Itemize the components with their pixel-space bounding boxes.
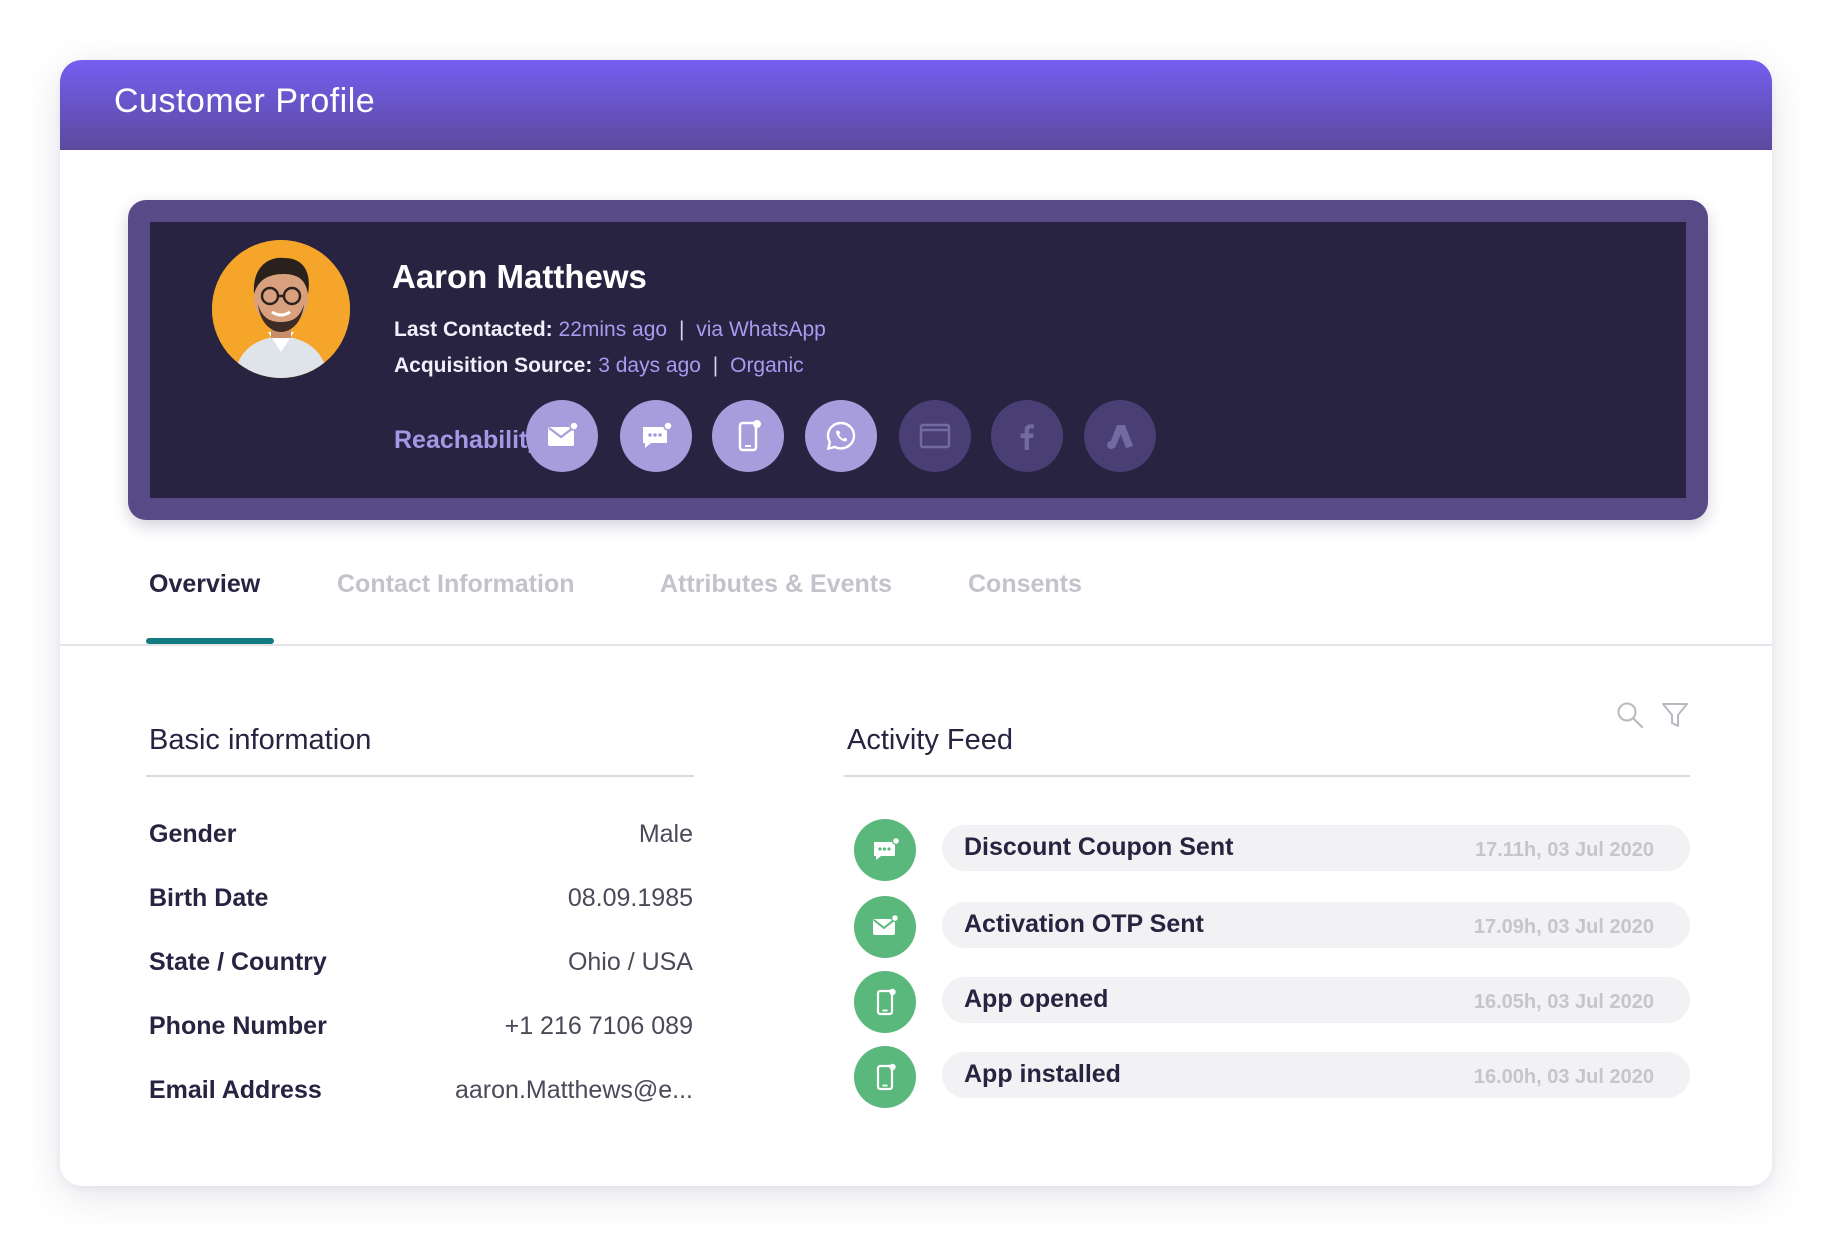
reachability-whatsapp[interactable] xyxy=(805,400,877,472)
activity-item[interactable]: App opened 16.05h, 03 Jul 2020 xyxy=(854,971,1770,1035)
sms-icon xyxy=(643,421,673,448)
reachability-web-push[interactable] xyxy=(899,400,971,472)
profile-tabs: Overview Contact Information Attributes … xyxy=(60,538,1772,646)
activity-icon xyxy=(854,1046,916,1108)
profile-summary-frame: Aaron Matthews Last Contacted: 22mins ag… xyxy=(128,200,1708,520)
tab-consents[interactable]: Consents xyxy=(968,570,1082,599)
last-contacted-separator: | xyxy=(678,318,685,341)
reachability-email[interactable] xyxy=(526,400,598,472)
basic-info-row-gender: Gender Male xyxy=(149,820,693,860)
activity-pill: App opened 16.05h, 03 Jul 2020 xyxy=(942,977,1690,1023)
activity-text: Activation OTP Sent xyxy=(964,910,1204,938)
tab-overview[interactable]: Overview xyxy=(149,570,260,599)
basic-info-label: Phone Number xyxy=(149,1012,327,1040)
mobile-icon xyxy=(876,1063,896,1091)
activity-feed-divider xyxy=(844,775,1690,777)
activity-text: App installed xyxy=(964,1060,1121,1088)
acquisition-separator: | xyxy=(712,354,719,377)
last-contacted-label: Last Contacted: xyxy=(394,318,553,341)
profile-summary: Aaron Matthews Last Contacted: 22mins ag… xyxy=(150,222,1686,498)
activity-feed-title: Activity Feed xyxy=(847,724,1013,756)
basic-info-row-state-country: State / Country Ohio / USA xyxy=(149,948,693,988)
activity-pill: Discount Coupon Sent 17.11h, 03 Jul 2020 xyxy=(942,825,1690,871)
activity-pill: Activation OTP Sent 17.09h, 03 Jul 2020 xyxy=(942,902,1690,948)
reachability-mobile-push[interactable] xyxy=(712,400,784,472)
activity-icon xyxy=(854,896,916,958)
last-contacted-channel: via WhatsApp xyxy=(696,318,826,341)
activity-icon xyxy=(854,971,916,1033)
tab-attributes-events[interactable]: Attributes & Events xyxy=(660,570,892,599)
last-contacted-time: 22mins ago xyxy=(558,318,668,341)
basic-info-value: Ohio / USA xyxy=(567,948,693,976)
activity-time: 17.09h, 03 Jul 2020 xyxy=(1473,916,1654,938)
sms-icon xyxy=(874,836,901,860)
facebook-icon xyxy=(1020,424,1034,450)
google-ads-icon xyxy=(1107,425,1133,449)
activity-item[interactable]: App installed 16.00h, 03 Jul 2020 xyxy=(854,1046,1770,1110)
whatsapp-icon xyxy=(826,421,856,451)
acquisition-time: 3 days ago xyxy=(598,354,701,377)
basic-info-label: Birth Date xyxy=(149,884,269,912)
basic-info-value: Male xyxy=(638,820,693,848)
basic-info-row-email-address: Email Address aaron.Matthews@e... xyxy=(149,1076,693,1116)
active-tab-indicator xyxy=(146,638,274,644)
customer-profile-card: Customer Profile Aaron Matthews Last Con… xyxy=(60,60,1772,1186)
reachability-label: Reachability xyxy=(394,426,542,454)
basic-info-label: State / Country xyxy=(149,948,327,976)
email-icon xyxy=(873,913,900,935)
basic-info-row-phone-number: Phone Number +1 216 7106 089 xyxy=(149,1012,693,1052)
reachability-facebook[interactable] xyxy=(991,400,1063,472)
search-icon[interactable] xyxy=(1615,700,1645,730)
email-icon xyxy=(548,421,579,446)
reachability-sms[interactable] xyxy=(620,400,692,472)
customer-name: Aaron Matthews xyxy=(392,258,647,295)
activity-text: Discount Coupon Sent xyxy=(964,833,1234,861)
activity-time: 16.00h, 03 Jul 2020 xyxy=(1473,1066,1654,1088)
activity-time: 17.11h, 03 Jul 2020 xyxy=(1474,839,1654,861)
basic-information-title: Basic information xyxy=(149,724,372,756)
acquisition-label: Acquisition Source: xyxy=(394,354,593,377)
basic-info-label: Email Address xyxy=(149,1076,322,1104)
page-header: Customer Profile xyxy=(60,60,1772,150)
avatar xyxy=(212,240,350,378)
activity-time: 16.05h, 03 Jul 2020 xyxy=(1473,991,1654,1013)
mobile-push-icon xyxy=(738,420,761,452)
last-contacted: Last Contacted: 22mins ago | via WhatsAp… xyxy=(394,318,826,342)
basic-info-row-birth-date: Birth Date 08.09.1985 xyxy=(149,884,693,924)
reachability-google-ads[interactable] xyxy=(1084,400,1156,472)
activity-item[interactable]: Discount Coupon Sent 17.11h, 03 Jul 2020 xyxy=(854,819,1770,883)
activity-icon xyxy=(854,819,916,881)
basic-info-value: aaron.Matthews@e... xyxy=(455,1076,693,1104)
basic-information-divider xyxy=(146,775,694,777)
basic-info-value: 08.09.1985 xyxy=(567,884,693,912)
acquisition-source: Acquisition Source: 3 days ago | Organic xyxy=(394,354,804,378)
mobile-icon xyxy=(876,988,896,1016)
activity-text: App opened xyxy=(964,985,1109,1013)
page-title: Customer Profile xyxy=(114,82,376,120)
activity-pill: App installed 16.00h, 03 Jul 2020 xyxy=(942,1052,1690,1098)
filter-icon[interactable] xyxy=(1660,700,1690,730)
tab-contact-information[interactable]: Contact Information xyxy=(337,570,575,599)
basic-info-label: Gender xyxy=(149,820,237,848)
activity-item[interactable]: Activation OTP Sent 17.09h, 03 Jul 2020 xyxy=(854,896,1770,960)
acquisition-source-value: Organic xyxy=(730,354,804,377)
basic-info-value: +1 216 7106 089 xyxy=(504,1012,693,1040)
web-push-icon xyxy=(919,423,951,449)
